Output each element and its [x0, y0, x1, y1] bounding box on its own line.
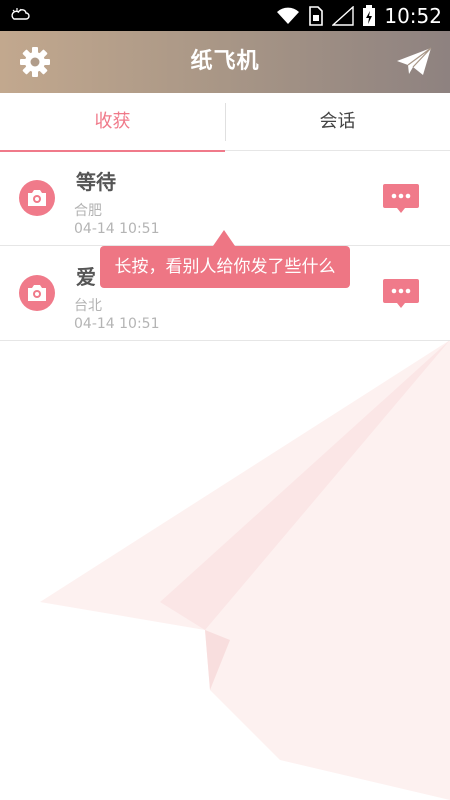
item-location: 合肥 [74, 203, 102, 219]
tab-harvest[interactable]: 收获 [0, 93, 225, 152]
camera-icon [19, 275, 55, 311]
status-time: 10:52 [384, 3, 442, 28]
message-bubble-icon[interactable] [382, 278, 420, 310]
sim-card-icon [309, 5, 324, 26]
item-location: 台北 [74, 298, 102, 314]
item-timestamp: 04-14 10:51 [74, 221, 160, 237]
tab-bar: 收获 会话 [0, 93, 450, 152]
app-bar: 纸飞机 [0, 31, 450, 93]
app-title: 纸飞机 [190, 49, 260, 74]
tab-chat[interactable]: 会话 [225, 93, 450, 151]
status-bar: 10:52 [0, 0, 450, 31]
item-timestamp: 04-14 10:51 [74, 316, 160, 332]
paper-plane-icon[interactable] [396, 47, 432, 77]
item-title: 等待 [76, 170, 116, 194]
wifi-icon [277, 7, 300, 24]
item-title: 爱 [76, 265, 96, 289]
paper-plane-watermark [40, 340, 450, 800]
message-bubble-icon[interactable] [382, 183, 420, 215]
signal-icon [332, 5, 355, 26]
camera-icon [19, 180, 55, 216]
long-press-tooltip: 长按，看别人给你发了些什么 [100, 230, 350, 288]
weather-notification-icon [11, 8, 30, 20]
battery-icon [363, 4, 376, 26]
